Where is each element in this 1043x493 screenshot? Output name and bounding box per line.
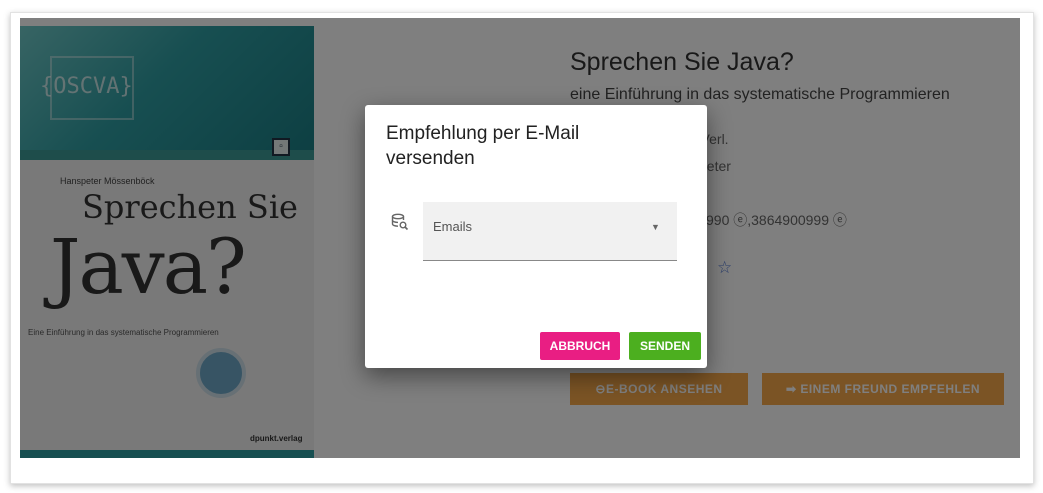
dropdown-arrow-icon: ▼ <box>651 222 660 232</box>
cancel-button[interactable]: ABBRUCH <box>540 332 620 360</box>
emails-select[interactable]: Emails ▼ <box>423 202 677 261</box>
send-button[interactable]: SENDEN <box>629 332 701 360</box>
recommend-email-dialog: Empfehlung per E-Mail versenden Emails ▼… <box>365 105 707 368</box>
database-search-icon <box>391 213 409 231</box>
dialog-title: Empfehlung per E-Mail versenden <box>386 123 580 169</box>
emails-select-label: Emails <box>433 219 473 234</box>
